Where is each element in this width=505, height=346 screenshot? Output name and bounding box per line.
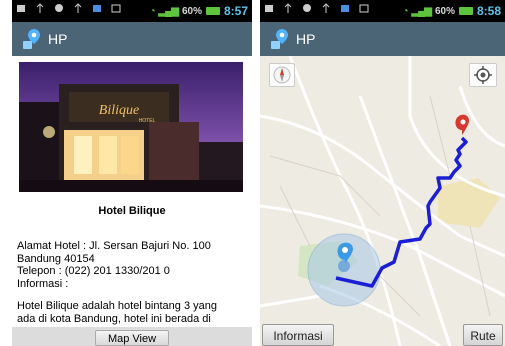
compass-button[interactable]	[269, 63, 295, 87]
app-title: HP	[296, 31, 316, 47]
description-line: ada di kota Bandung, hotel ini berada di	[17, 312, 211, 325]
hotel-details: Alamat Hotel : Jl. Sersan Bajuri No. 100…	[17, 240, 249, 290]
android-icon	[55, 4, 63, 12]
status-bar: ◔ ▂▄▆ 60% 8:57	[12, 0, 252, 22]
wifi-icon: ◔	[149, 5, 155, 17]
svg-text:Bilique: Bilique	[99, 103, 139, 118]
informasi-button[interactable]: Informasi	[262, 324, 334, 346]
signal-icon: ▂▄▆	[411, 5, 431, 17]
address-line: Bandung 40154	[17, 252, 95, 265]
hotel-name: Hotel Bilique	[98, 205, 166, 217]
action-bar: HP	[12, 22, 252, 56]
signal-icon: ▂▄▆	[158, 5, 178, 17]
hotel-detail-screen: ◔ ▂▄▆ 60% 8:57 HP Bilique HOTEL Hotel Bi…	[12, 0, 252, 346]
my-location-button[interactable]	[469, 63, 497, 87]
battery-icon	[205, 7, 220, 15]
battery-icon	[458, 7, 473, 15]
map-route-screen: ◔ ▂▄▆ 60% 8:58 HP Informasi Rute	[260, 0, 505, 346]
battery-percent: 60%	[434, 5, 455, 17]
hotel-description: Hotel Bilique adalah hotel bintang 3 yan…	[17, 300, 249, 325]
rute-button[interactable]: Rute	[463, 324, 503, 346]
app-logo-icon[interactable]	[22, 28, 42, 50]
status-time: 8:57	[223, 4, 248, 18]
map-canvas[interactable]	[260, 56, 505, 346]
wifi-icon: ◔	[402, 5, 408, 17]
notification-icon	[265, 5, 273, 12]
nfc-icon	[111, 4, 121, 13]
info-label: Informasi :	[17, 277, 69, 290]
android-icon	[303, 4, 311, 12]
usb-icon	[36, 3, 44, 13]
compass-icon	[273, 66, 291, 84]
usb-icon	[74, 3, 82, 13]
status-bar: ◔ ▂▄▆ 60% 8:58	[260, 0, 505, 22]
map-view-button[interactable]: Map View	[95, 330, 169, 346]
route-map[interactable]: Informasi Rute	[260, 56, 505, 346]
action-bar: HP	[260, 22, 505, 56]
description-line: Hotel Bilique adalah hotel bintang 3 yan…	[17, 300, 217, 312]
usb-icon	[284, 3, 292, 13]
image-icon	[93, 5, 101, 12]
map-area	[438, 178, 500, 228]
app-logo-icon[interactable]	[270, 28, 290, 50]
notification-icon	[17, 5, 25, 12]
status-time: 8:58	[476, 4, 501, 18]
app-title: HP	[48, 31, 68, 47]
nfc-icon	[359, 4, 369, 13]
address-line: Alamat Hotel : Jl. Sersan Bajuri No. 100	[17, 240, 211, 252]
hotel-photo: Bilique HOTEL	[19, 62, 243, 192]
image-icon	[341, 5, 349, 12]
battery-percent: 60%	[181, 5, 202, 17]
phone-line: Telepon : (022) 201 1330/201 0	[17, 265, 170, 277]
crosshair-icon	[474, 66, 492, 84]
destination-pin-icon[interactable]	[455, 114, 469, 135]
usb-icon	[322, 3, 330, 13]
